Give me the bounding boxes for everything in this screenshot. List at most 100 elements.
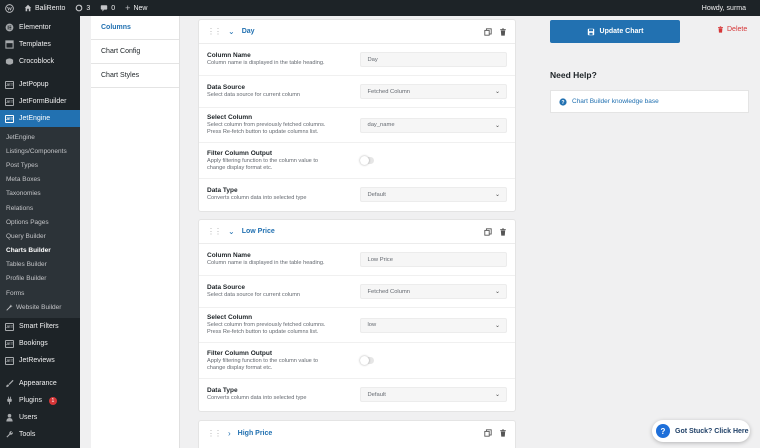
admin-sidebar: Elementor Templates Crocoblock JET JetPo… [0,16,80,448]
chevron-down-icon: ⌄ [494,192,500,198]
field-row-column-name: Column Name Column name is displayed in t… [199,44,515,76]
field-description: Apply filtering function to the column v… [207,357,319,364]
howdy-text: Howdy, surma [701,4,746,12]
submenu-item-options-pages[interactable]: Options Pages [0,215,80,229]
copy-icon[interactable] [484,429,492,437]
copy-icon[interactable] [484,227,492,236]
new-content-link[interactable]: + New [120,0,152,16]
input-value: Day [367,56,378,63]
sidebar-item-smart-filters[interactable]: JET Smart Filters [0,318,80,335]
sidebar-item-jetreviews[interactable]: JET JetReviews [0,352,80,369]
field-row-select-column: Select Column Select column from previous… [199,308,515,343]
submenu-item-tables-builder[interactable]: Tables Builder [0,258,80,272]
sidebar-item-label: Elementor [19,24,51,31]
chevron-down-icon[interactable]: ⌄ [228,27,235,36]
sidebar-item-bookings[interactable]: JET Bookings [0,335,80,352]
sidebar-item-label: JetEngine [19,115,51,122]
submenu-item-post-types[interactable]: Post Types [0,158,80,172]
submenu-item-website-builder[interactable]: Website Builder [0,300,80,314]
submenu-label: Charts Builder [6,247,51,255]
select-value: Default [367,191,386,198]
comments-link[interactable]: 0 [95,0,120,16]
trash-icon [718,26,723,33]
update-chart-label: Update Chart [599,28,644,35]
column-panel-low-price: ⋮⋮ ⌄ Low Price Column Name Column name is… [198,219,516,412]
data-type-select[interactable]: Default ⌄ [360,187,507,202]
jet-plugin-icon: JET [4,322,15,331]
drag-handle-icon[interactable]: ⋮⋮ [207,227,222,236]
submenu-label: Listings/Components [6,147,67,155]
submenu-item-profile-builder[interactable]: Profile Builder [0,272,80,286]
wordpress-logo-icon[interactable]: W [0,0,19,16]
trash-icon[interactable] [499,227,507,236]
jet-plugin-icon: JET [4,97,15,106]
sidebar-item-jetpopup[interactable]: JET JetPopup [0,76,80,93]
submenu-item-listings[interactable]: Listings/Components [0,144,80,158]
tab-columns[interactable]: Columns [91,16,179,40]
field-title: Data Type [207,387,238,394]
knowledge-base-link[interactable]: ? Chart Builder knowledge base [550,90,749,113]
sidebar-item-crocoblock[interactable]: Crocoblock [0,53,80,70]
submenu-item-query-builder[interactable]: Query Builder [0,229,80,243]
input-value: Low Price [367,256,393,263]
sidebar-item-label: Templates [19,41,51,48]
submenu-item-relations[interactable]: Relations [0,201,80,215]
tab-chart-styles[interactable]: Chart Styles [91,64,179,88]
submenu-item-charts-builder[interactable]: Charts Builder [0,244,80,258]
got-stuck-label: Got Stuck? Click Here [675,427,749,435]
sidebar-item-appearance[interactable]: Appearance [0,375,80,392]
column-panel-header[interactable]: ⋮⋮ › High Price [199,421,515,445]
drag-handle-icon[interactable]: ⋮⋮ [207,429,222,438]
filter-output-toggle[interactable] [360,356,375,365]
svg-text:W: W [7,6,13,12]
sidebar-item-jetengine[interactable]: JET JetEngine [0,110,80,127]
tab-chart-config[interactable]: Chart Config [91,40,179,64]
data-type-select[interactable]: Default ⌄ [360,387,507,402]
site-name-link[interactable]: BaliRento [19,0,70,16]
submenu-item-jetengine[interactable]: JetEngine [0,130,80,144]
filter-output-toggle[interactable] [360,156,375,165]
field-row-data-source: Data Source Select data source for curren… [199,76,515,108]
sidebar-item-templates[interactable]: Templates [0,36,80,53]
field-description: change display format etc. [207,164,273,171]
chevron-right-icon[interactable]: › [228,429,231,438]
sidebar-item-elementor[interactable]: Elementor [0,19,80,36]
trash-icon[interactable] [499,429,507,437]
got-stuck-button[interactable]: ? Got Stuck? Click Here [652,420,750,442]
copy-icon[interactable] [484,27,492,36]
delete-chart-button[interactable]: Delete [717,26,747,33]
sidebar-item-tools[interactable]: Tools [0,426,80,443]
magic-wand-icon [6,304,13,311]
sidebar-item-plugins[interactable]: Plugins 1 [0,392,80,409]
select-column-select[interactable]: low ⌄ [360,317,507,333]
submenu-item-meta-boxes[interactable]: Meta Boxes [0,173,80,187]
data-source-select[interactable]: Fetched Column ⌄ [360,84,507,99]
select-column-select[interactable]: day_name ⌄ [360,117,507,133]
updates-link[interactable]: 3 [70,0,95,16]
account-menu[interactable]: Howdy, surma [697,0,760,16]
drag-handle-icon[interactable]: ⋮⋮ [207,27,222,36]
updates-icon [75,4,83,12]
chevron-down-icon[interactable]: ⌄ [228,227,235,236]
field-title: Data Source [207,284,245,291]
column-panel-header[interactable]: ⋮⋮ ⌄ Low Price [199,220,515,244]
sidebar-item-label: Users [19,414,38,422]
field-description: Column name is displayed in the table he… [207,260,325,266]
field-description: Converts column data into selected type [207,395,307,401]
submenu-item-taxonomies[interactable]: Taxonomies [0,187,80,201]
update-chart-button[interactable]: Update Chart [550,20,680,43]
trash-icon[interactable] [499,27,507,36]
column-name-input[interactable]: Day [360,52,507,67]
chevron-down-icon: ⌄ [494,289,500,295]
column-panel-header[interactable]: ⋮⋮ ⌄ Day [199,20,515,44]
new-label: New [133,4,148,12]
sidebar-item-users[interactable]: Users [0,409,80,426]
sidebar-item-label: Bookings [19,340,48,348]
submenu-item-forms[interactable]: Forms [0,286,80,300]
column-name-input[interactable]: Low Price [360,252,507,267]
sidebar-item-label: JetFormBuilder [19,98,67,105]
sidebar-item-jetformbuilder[interactable]: JET JetFormBuilder [0,93,80,110]
data-source-select[interactable]: Fetched Column ⌄ [360,284,507,299]
sidebar-item-label: Crocoblock [19,58,55,65]
select-value: Default [367,391,386,398]
